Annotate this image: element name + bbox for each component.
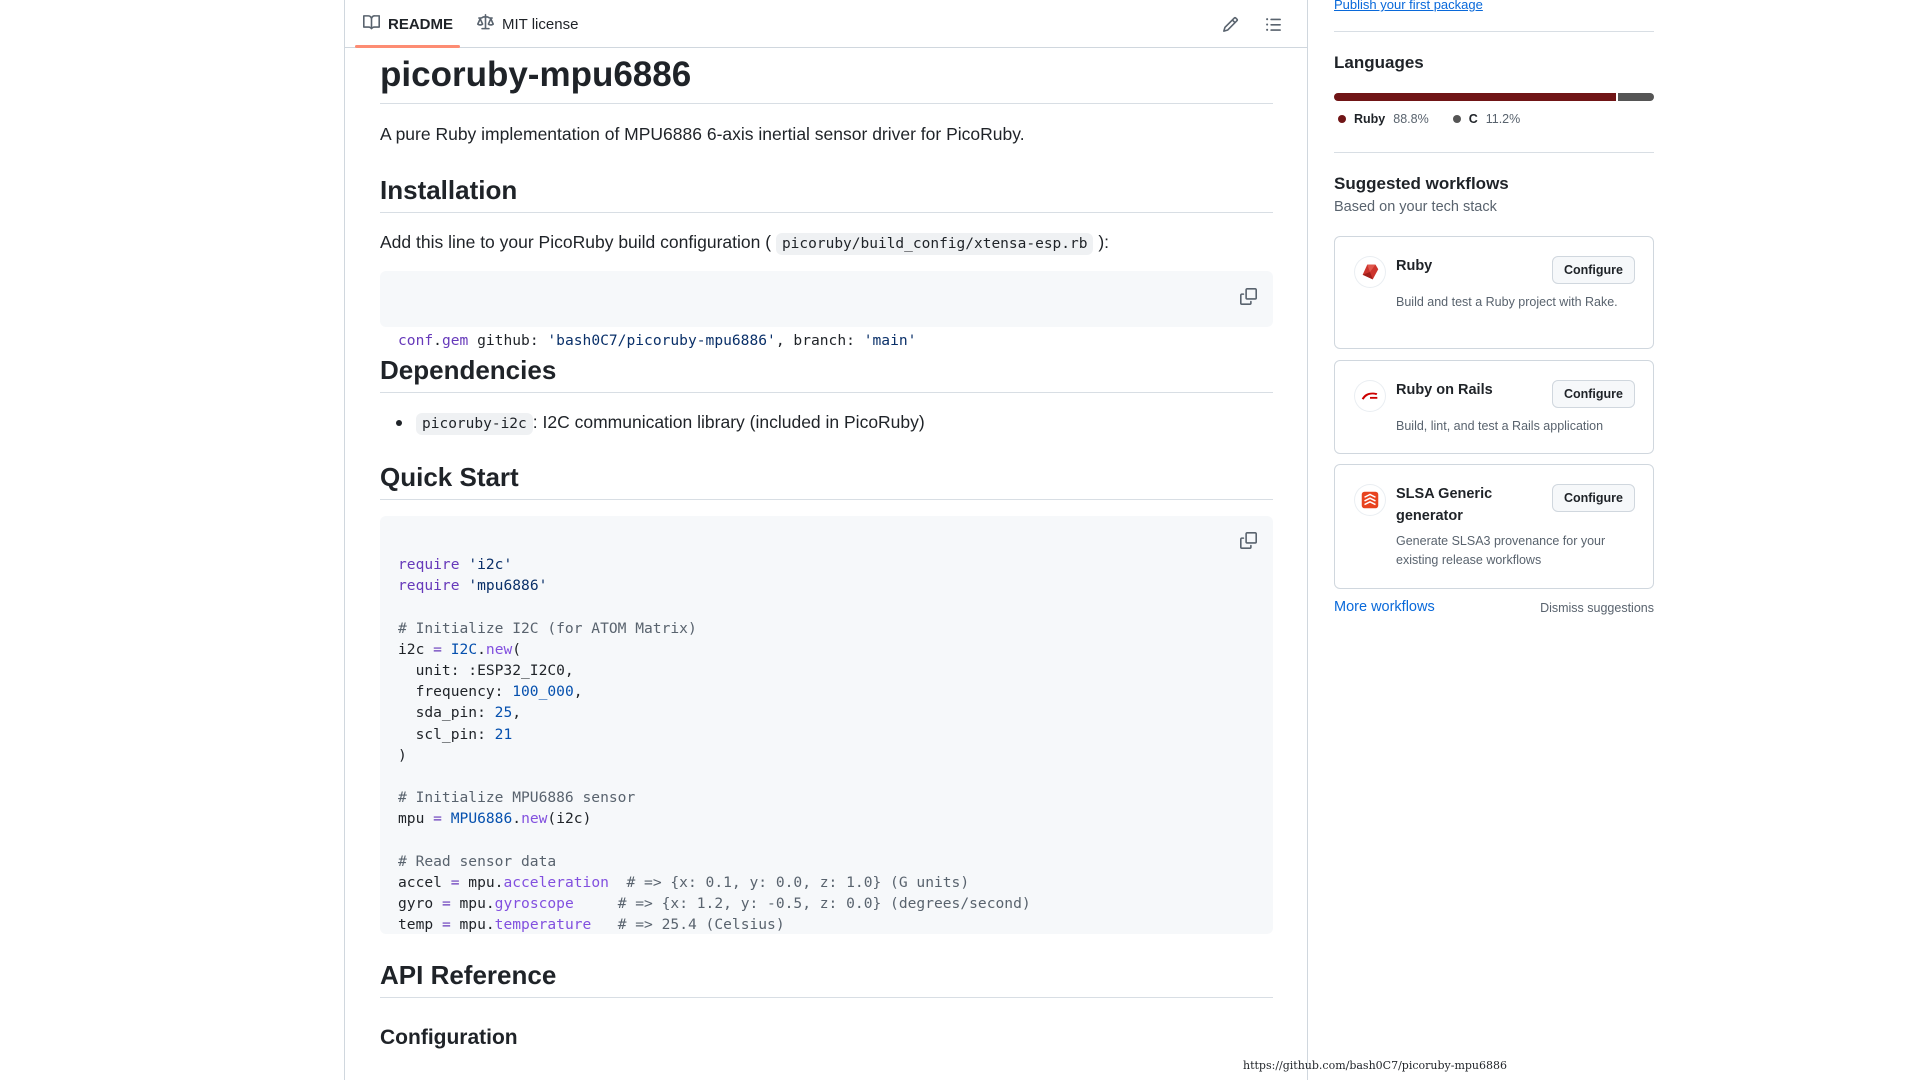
code-line: ) xyxy=(398,746,407,764)
code-line: # Initialize MPU6886 sensor xyxy=(398,789,636,807)
code-line: # Read sensor data xyxy=(398,852,557,870)
workflow-description: Build, lint, and test a Rails applicatio… xyxy=(1396,419,1604,433)
code-line: # Initialize I2C (for ATOM Matrix) xyxy=(398,619,697,637)
language-bar-ruby xyxy=(1334,93,1617,101)
install-code-line: conf.gem github: 'bash0C7/picoruby-mpu68… xyxy=(398,332,917,350)
language-item-ruby[interactable]: Ruby 88.8% xyxy=(1338,112,1429,126)
workflow-title: Ruby xyxy=(1396,258,1433,274)
readme-panel: README MIT license picoruby-mpu6886 A pu… xyxy=(344,0,1308,1080)
tab-license-label: MIT license xyxy=(502,15,579,33)
code-line: sda_pin: 25, xyxy=(398,704,522,722)
list-item: picoruby-i2c: I2C communication library … xyxy=(380,409,1273,436)
divider xyxy=(1334,152,1654,153)
code-line: i2c = I2C.new( xyxy=(398,640,522,658)
workflow-description: Build and test a Ruby project with Rake. xyxy=(1396,295,1618,309)
config-path-code: picoruby/build_config/xtensa-esp.rb xyxy=(775,233,1094,256)
divider xyxy=(1334,31,1654,32)
tab-readme-label: README xyxy=(388,15,454,33)
repo-sidebar: Publish your first package Languages Rub… xyxy=(1334,0,1654,1080)
book-icon xyxy=(363,14,381,35)
more-workflows-link[interactable]: More workflows xyxy=(1334,599,1435,615)
language-bar-c xyxy=(1618,93,1654,101)
list-unordered-icon[interactable] xyxy=(1262,13,1284,35)
workflows-heading: Suggested workflows xyxy=(1334,174,1509,193)
code-line: mpu = MPU6886.new(i2c) xyxy=(398,810,592,828)
configure-rails-button[interactable]: Configure xyxy=(1551,380,1635,408)
language-name: Ruby xyxy=(1354,112,1386,126)
code-line: accel = mpu.acceleration # => {x: 0.1, y… xyxy=(398,874,970,891)
language-legend: Ruby 88.8% C 11.2% xyxy=(1338,112,1520,126)
tab-license[interactable]: MIT license xyxy=(477,12,578,36)
workflows-subtitle: Based on your tech stack xyxy=(1334,199,1497,215)
language-item-c[interactable]: C 11.2% xyxy=(1452,112,1521,126)
language-percent: 88.8% xyxy=(1393,112,1429,126)
dependency-code: picoruby-i2c xyxy=(416,413,533,435)
workflow-description: Generate SLSA3 provenance for your exist… xyxy=(1396,534,1606,567)
tab-readme[interactable]: README xyxy=(363,12,453,36)
language-dot-c xyxy=(1452,115,1461,123)
workflow-title: SLSA Generic generator xyxy=(1396,486,1493,524)
installation-text-after: ): xyxy=(1098,232,1110,253)
rails-icon xyxy=(1355,381,1385,411)
code-line: unit: :ESP32_I2C0, xyxy=(398,661,574,679)
workflow-card-rails: Ruby on Rails Build, lint, and test a Ra… xyxy=(1334,360,1654,454)
workflow-card-ruby: Ruby Build and test a Ruby project with … xyxy=(1334,236,1654,349)
configure-ruby-button[interactable]: Configure xyxy=(1551,256,1635,284)
law-icon xyxy=(477,13,494,35)
dependency-text: : I2C communication library (included in… xyxy=(532,412,925,432)
code-line: require 'i2c' xyxy=(398,555,513,573)
heading-installation: Installation xyxy=(380,175,1273,214)
dependencies-list: picoruby-i2c: I2C communication library … xyxy=(380,409,1273,436)
quick-start-code-block: require 'i2c' require 'mpu6886' # Initial… xyxy=(380,515,1273,934)
installation-text-before: Add this line to your PicoRuby build con… xyxy=(380,232,772,253)
language-name: C xyxy=(1468,112,1478,126)
readme-content: picoruby-mpu6886 A pure Ruby implementat… xyxy=(380,48,1273,1050)
slsa-icon xyxy=(1355,485,1385,515)
installation-text: Add this line to your PicoRuby build con… xyxy=(380,229,1273,256)
page-url-caption: https://github.com/bash0C7/picoruby-mpu6… xyxy=(1243,1059,1507,1072)
heading-quick-start: Quick Start xyxy=(380,462,1273,500)
publish-package-link[interactable]: Publish your first package xyxy=(1334,0,1483,12)
ruby-icon xyxy=(1355,257,1385,287)
code-line: frequency: 100_000, xyxy=(398,683,583,701)
install-code-block: conf.gem github: 'bash0C7/picoruby-mpu68… xyxy=(380,271,1273,349)
heading-configuration: Configuration xyxy=(380,1025,518,1049)
languages-heading: Languages xyxy=(1334,53,1424,72)
code-line: require 'mpu6886' xyxy=(398,577,548,595)
readme-tab-bar: README MIT license xyxy=(345,0,1307,48)
copy-icon[interactable] xyxy=(1237,530,1259,552)
code-line: scl_pin: 21 xyxy=(398,725,513,743)
workflow-title: Ruby on Rails xyxy=(1396,382,1493,398)
code-line: temp = mpu.temperature # => 25.4 (Celsiu… xyxy=(398,916,785,934)
workflow-card-slsa: SLSA Generic generator Generate SLSA3 pr… xyxy=(1334,464,1654,589)
copy-icon[interactable] xyxy=(1237,285,1259,307)
language-percent: 11.2% xyxy=(1485,112,1521,126)
language-bar xyxy=(1334,93,1654,101)
configure-slsa-button[interactable]: Configure xyxy=(1551,484,1635,512)
readme-title: picoruby-mpu6886 xyxy=(380,48,1273,104)
dismiss-suggestions-button[interactable]: Dismiss suggestions xyxy=(1540,601,1654,615)
pencil-icon[interactable] xyxy=(1219,13,1241,35)
code-line: gyro = mpu.gyroscope # => {x: 1.2, y: -0… xyxy=(398,895,1031,913)
readme-intro: A pure Ruby implementation of MPU6886 6-… xyxy=(380,124,1025,144)
language-dot-ruby xyxy=(1338,115,1346,123)
